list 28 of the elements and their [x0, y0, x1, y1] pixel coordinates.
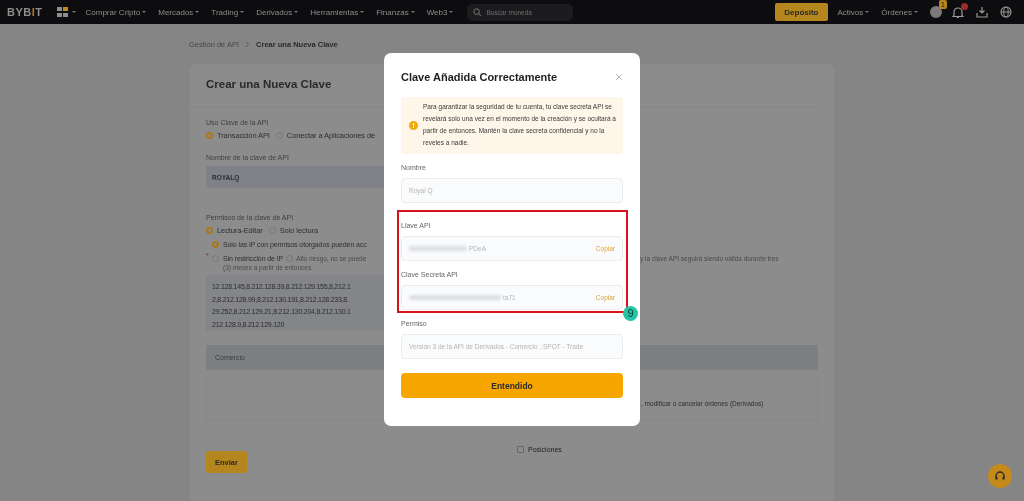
search-icon — [473, 7, 483, 17]
logo[interactable]: BYBIT — [7, 6, 43, 18]
globe-icon[interactable] — [1000, 6, 1012, 18]
step-badge: 9 — [623, 306, 638, 321]
nav-menu-item[interactable]: Derivados — [256, 7, 299, 17]
nav-menu-item[interactable]: Activos — [837, 7, 870, 17]
support-button[interactable] — [988, 464, 1012, 488]
nav-menu-item[interactable]: Órdenes — [881, 7, 918, 17]
download-icon[interactable] — [976, 6, 988, 18]
avatar-icon[interactable] — [930, 6, 942, 18]
chevron-icon — [245, 40, 251, 48]
grid-menu-icon[interactable] — [56, 6, 70, 18]
bell-icon[interactable] — [952, 5, 964, 19]
nav-menu-item[interactable]: Trading — [211, 7, 245, 17]
nav-menu-item[interactable]: Mercados — [158, 7, 200, 17]
nav-menu-item[interactable]: Finanzas — [376, 7, 415, 17]
blurred-text — [409, 246, 467, 251]
nav-menu-item[interactable]: Comprar Cripto — [85, 7, 147, 17]
notification-dot-icon — [961, 2, 968, 10]
dialog-title: Clave Añadida Correctamente — [401, 71, 558, 83]
confirm-button[interactable]: Entendido — [401, 373, 623, 398]
nav-menu-item[interactable]: Web3 — [426, 7, 454, 17]
nav-menu-item[interactable]: Herramientas — [310, 7, 365, 17]
form-title: Crear una Nueva Clave — [206, 77, 332, 92]
warning-icon — [409, 120, 418, 130]
deposit-button[interactable]: Depósito — [775, 3, 828, 21]
headset-icon — [994, 470, 1006, 482]
caret-icon — [71, 11, 76, 13]
